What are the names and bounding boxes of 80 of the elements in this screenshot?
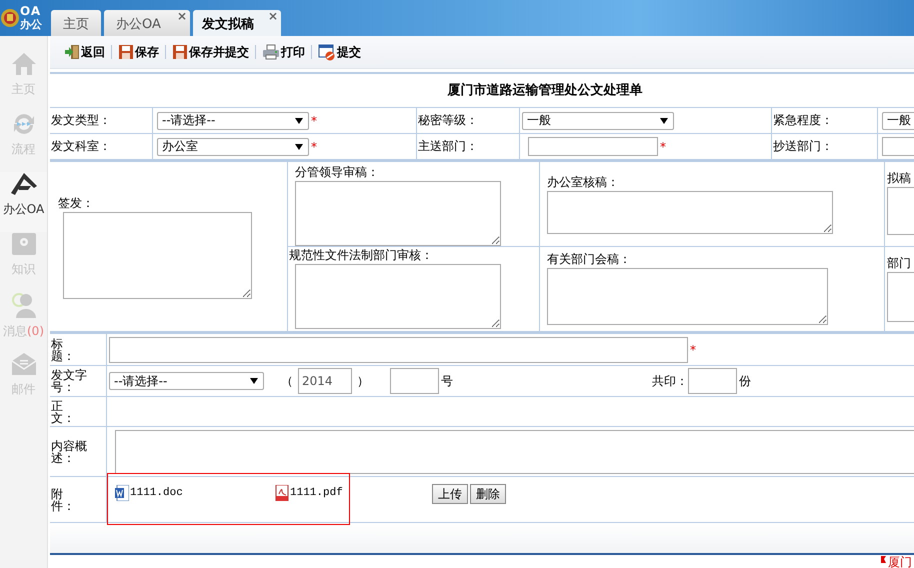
tab[interactable]: 主页 <box>51 10 101 36</box>
text-area[interactable] <box>547 191 833 234</box>
logo-text: OA <box>20 5 42 18</box>
parenthesis: ） <box>357 372 369 390</box>
field-label: 紧急程度： <box>773 112 833 129</box>
caret-icon <box>295 144 303 150</box>
window-block-icon <box>318 44 336 60</box>
unit-label: 份 <box>739 372 751 390</box>
safe-icon <box>10 232 36 256</box>
caret-icon <box>295 118 303 124</box>
field-label: 发文科室： <box>51 138 111 155</box>
word-file-icon <box>115 485 129 501</box>
door-arrow-icon <box>64 44 80 60</box>
input-field[interactable] <box>109 336 688 362</box>
field-label: 签发： <box>57 194 94 212</box>
logo-text: 办公 <box>20 18 42 31</box>
field-label: 发文类型： <box>51 112 111 129</box>
field-label: 规范性文件法制部门审核： <box>289 247 433 264</box>
text-area[interactable] <box>295 264 501 329</box>
text-area[interactable] <box>63 212 252 298</box>
required-mark: * <box>311 140 317 154</box>
toolbar-button[interactable]: 保存并提交 <box>166 44 255 60</box>
close-icon[interactable]: × <box>268 9 278 23</box>
roof-icon <box>10 172 36 196</box>
toolbar-button[interactable]: 提交 <box>312 44 367 60</box>
field-label: 附件： <box>51 488 76 512</box>
user-icon <box>10 292 36 318</box>
dropdown[interactable]: 一般 <box>522 112 674 130</box>
floppy-icon <box>118 44 134 60</box>
text-area[interactable] <box>547 268 828 325</box>
year-field[interactable]: 2014 <box>298 368 352 394</box>
dropdown[interactable]: --请选择-- <box>109 372 264 390</box>
status-text: 厦门 <box>888 556 912 568</box>
field-label: 秘密等级： <box>418 112 478 129</box>
tab[interactable]: 发文拟稿 × <box>193 10 281 36</box>
caret-icon <box>660 118 668 124</box>
dropdown[interactable]: 一般 <box>882 112 914 130</box>
field-label: 部门 <box>887 255 911 272</box>
field-label: 标题： <box>51 338 76 362</box>
form-title: 厦门市道路运输管理处公文处理单 <box>446 82 644 100</box>
field-label: 有关部门会稿： <box>547 251 631 268</box>
toolbar-button[interactable]: 返回 <box>58 44 111 60</box>
dropdown[interactable]: --请选择-- <box>157 112 309 130</box>
action-button[interactable]: 上传 <box>432 484 468 504</box>
field-label: 共印： <box>652 372 688 390</box>
unit-label: 号 <box>441 372 453 390</box>
caret-icon <box>250 378 258 384</box>
dropdown[interactable]: 办公室 <box>157 138 309 156</box>
toolbar-button[interactable]: 保存 <box>112 44 165 60</box>
toolbar-button[interactable]: 打印 <box>256 44 311 60</box>
text-area[interactable] <box>115 430 914 474</box>
field-label: 拟稿 <box>887 170 911 187</box>
field-label: 办公室核稿： <box>547 174 619 191</box>
sidebar-label: 办公OA <box>2 201 44 218</box>
required-mark: * <box>690 342 696 356</box>
action-button[interactable]: 删除 <box>470 484 506 504</box>
input-field[interactable] <box>688 368 737 394</box>
text-area[interactable] <box>295 181 501 246</box>
field-label: 主送部门： <box>418 138 478 155</box>
tab[interactable]: 办公OA × <box>104 10 190 36</box>
flag-icon <box>881 556 886 563</box>
file-link[interactable]: 1111.pdf <box>290 487 343 499</box>
pdf-file-icon <box>275 485 289 501</box>
field-label: 抄送部门： <box>773 138 833 155</box>
required-mark: * <box>311 114 317 128</box>
close-icon[interactable]: × <box>176 9 187 23</box>
floppy-icon <box>172 44 188 60</box>
field-label: 内容概述： <box>51 440 88 464</box>
required-mark: * <box>660 140 666 154</box>
envelope-icon <box>10 352 36 376</box>
field-label: 分管领导审稿： <box>295 164 379 181</box>
file-link[interactable]: 1111.doc <box>130 487 183 499</box>
field-label: 发文字号： <box>51 369 88 393</box>
input-field[interactable] <box>528 137 658 156</box>
parenthesis: （ <box>281 372 293 390</box>
printer-icon <box>262 44 280 60</box>
input-field[interactable] <box>882 137 914 156</box>
input-field[interactable] <box>390 368 439 394</box>
field-label: 正文： <box>51 400 76 424</box>
house-icon <box>10 52 36 76</box>
